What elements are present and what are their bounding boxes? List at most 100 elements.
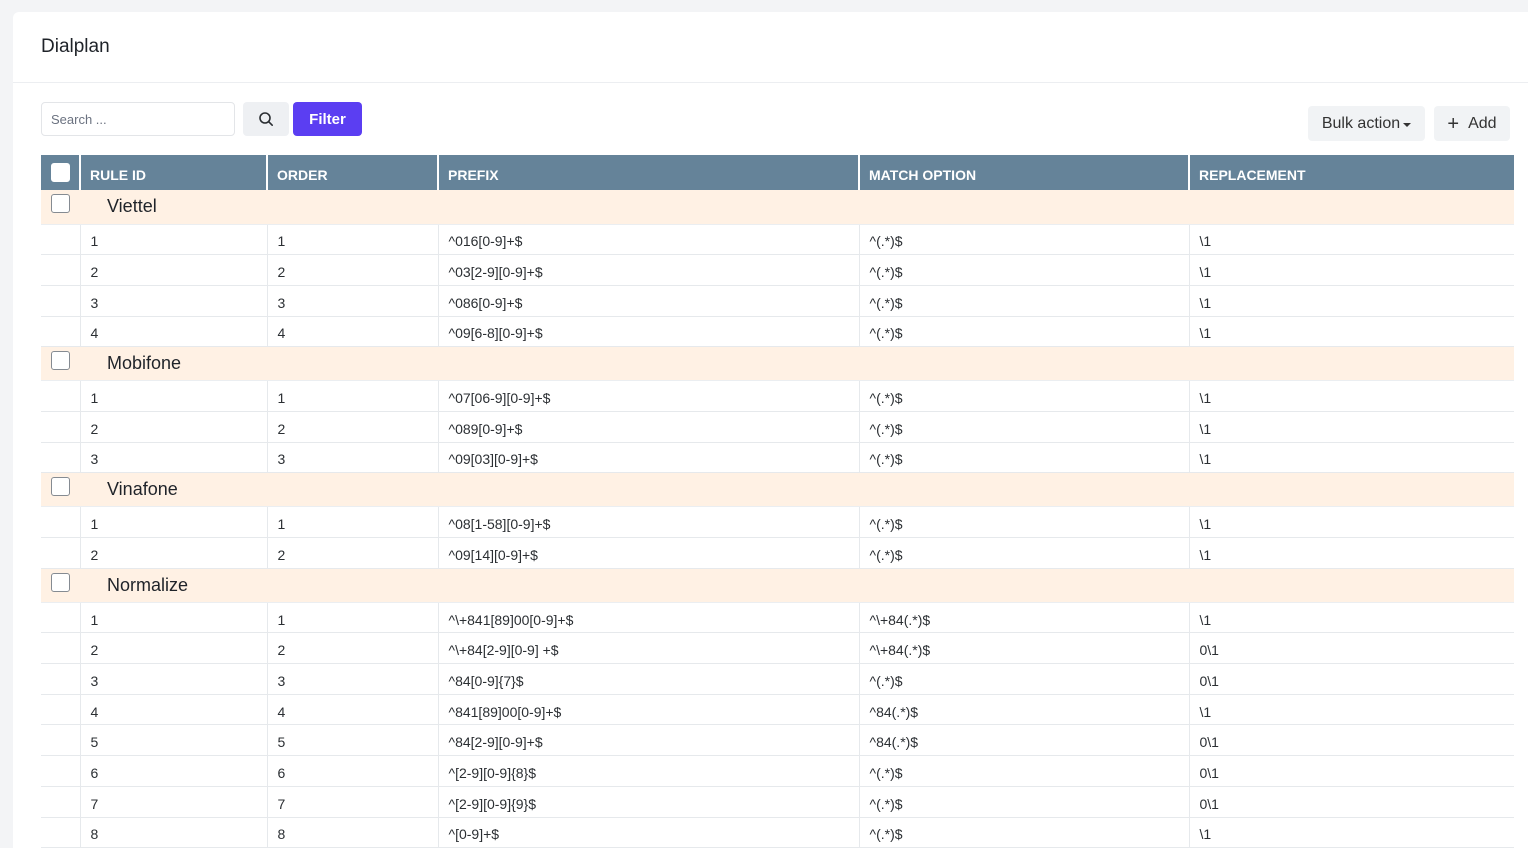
row-spacer-cell	[41, 285, 81, 317]
select-all-checkbox[interactable]	[50, 163, 70, 182]
cell-order: 1	[267, 380, 439, 412]
table-row[interactable]: 3 3 ^086[0-9]+$ ^(.*)$ \1	[41, 285, 1514, 317]
group-checkbox-cell	[41, 190, 80, 225]
table-row[interactable]: 8 8 ^[0-9]+$ ^(.*)$ \1	[41, 817, 1514, 848]
cell-match-option: ^(.*)$	[859, 663, 1190, 695]
cell-match-option: ^(.*)$	[859, 786, 1190, 818]
search-input[interactable]	[41, 102, 235, 136]
table-row[interactable]: 4 4 ^841[89]00[0-9]+$ ^84(.*)$ \1	[41, 694, 1514, 726]
cell-replacement: 0\1	[1189, 663, 1514, 695]
row-spacer-cell	[41, 380, 81, 412]
group-checkbox-cell	[41, 472, 80, 508]
cell-match-option: ^(.*)$	[859, 537, 1190, 569]
cell-match-option: ^(.*)$	[859, 755, 1190, 787]
table-row[interactable]: 5 5 ^84[2-9][0-9]+$ ^84(.*)$ 0\1	[41, 724, 1514, 757]
cell-replacement: \1	[1189, 254, 1514, 286]
cell-prefix: ^016[0-9]+$	[438, 224, 860, 256]
column-header-match-option[interactable]: MATCH OPTION	[859, 155, 1190, 190]
table-body: Viettel 1 1 ^016[0-9]+$ ^(.*)$ \1 2 2 ^03[2-9][0…	[41, 190, 1514, 848]
cell-rule-id: 2	[80, 632, 268, 665]
cell-order: 1	[267, 224, 439, 256]
filter-button[interactable]: Filter	[293, 102, 362, 136]
cell-rule-id: 4	[80, 316, 268, 348]
cell-prefix: ^03[2-9][0-9]+$	[438, 254, 860, 286]
cell-rule-id: 2	[80, 254, 268, 286]
group-checkbox[interactable]	[51, 351, 70, 371]
row-spacer-cell	[41, 442, 81, 474]
cell-order: 1	[267, 506, 439, 538]
cell-rule-id: 1	[80, 224, 268, 256]
table-row[interactable]: 3 3 ^84[0-9]{7}$ ^(.*)$ 0\1	[41, 663, 1514, 695]
table-row[interactable]: 1 1 ^\+841[89]00[0-9]+$ ^\+84(.*)$ \1	[41, 602, 1514, 634]
table-row[interactable]: 1 1 ^07[06-9][0-9]+$ ^(.*)$ \1	[41, 380, 1514, 412]
cell-match-option: ^(.*)$	[859, 380, 1190, 412]
cell-rule-id: 1	[80, 602, 268, 634]
cell-order: 8	[267, 817, 439, 848]
group-row[interactable]: Viettel	[41, 190, 1514, 225]
cell-replacement: \1	[1189, 224, 1514, 256]
table-row[interactable]: 2 2 ^\+84[2-9][0-9] +$ ^\+84(.*)$ 0\1	[41, 632, 1514, 665]
dialplan-card: Dialplan Filter Bulk action + Add	[13, 12, 1528, 848]
bulk-action-label: Bulk action	[1321, 114, 1401, 132]
toolbar: Filter Bulk action + Add	[13, 84, 1528, 166]
cell-prefix: ^[2-9][0-9]{8}$	[438, 755, 860, 787]
group-row[interactable]: Normalize	[41, 568, 1514, 603]
cell-replacement: \1	[1189, 602, 1514, 634]
cell-match-option: ^\+84(.*)$	[859, 632, 1190, 665]
column-header-rule-id[interactable]: RULE ID	[80, 155, 268, 190]
table-row[interactable]: 2 2 ^03[2-9][0-9]+$ ^(.*)$ \1	[41, 254, 1514, 286]
row-spacer-cell	[41, 316, 81, 348]
table-row[interactable]: 7 7 ^[2-9][0-9]{9}$ ^(.*)$ 0\1	[41, 786, 1514, 818]
cell-order: 6	[267, 755, 439, 787]
cell-match-option: ^(.*)$	[859, 506, 1190, 538]
row-spacer-cell	[41, 663, 81, 695]
table-row[interactable]: 2 2 ^09[14][0-9]+$ ^(.*)$ \1	[41, 537, 1514, 569]
cell-replacement: \1	[1189, 537, 1514, 569]
add-button[interactable]: + Add	[1434, 106, 1510, 141]
group-checkbox[interactable]	[51, 194, 70, 213]
group-checkbox[interactable]	[51, 477, 70, 497]
group-row[interactable]: Mobifone	[41, 346, 1514, 382]
table-row[interactable]: 2 2 ^089[0-9]+$ ^(.*)$ \1	[41, 411, 1514, 443]
row-spacer-cell	[41, 602, 81, 634]
column-header-order[interactable]: ORDER	[267, 155, 439, 190]
table-row[interactable]: 1 1 ^08[1-58][0-9]+$ ^(.*)$ \1	[41, 506, 1514, 538]
table-row[interactable]: 6 6 ^[2-9][0-9]{8}$ ^(.*)$ 0\1	[41, 755, 1514, 787]
search-button[interactable]	[243, 102, 289, 136]
cell-rule-id: 3	[80, 442, 268, 474]
cell-rule-id: 7	[80, 786, 268, 818]
cell-order: 5	[267, 724, 439, 757]
bulk-action-dropdown[interactable]: Bulk action	[1308, 106, 1425, 141]
row-spacer-cell	[41, 694, 81, 726]
dialplan-table: RULE ID ORDER PREFIX MATCH OPTION REPLAC…	[41, 155, 1514, 848]
table-row[interactable]: 3 3 ^09[03][0-9]+$ ^(.*)$ \1	[41, 442, 1514, 474]
cell-rule-id: 3	[80, 285, 268, 317]
cell-rule-id: 8	[80, 817, 268, 848]
card-header: Dialplan	[13, 12, 1528, 83]
cell-rule-id: 2	[80, 537, 268, 569]
table-row[interactable]: 1 1 ^016[0-9]+$ ^(.*)$ \1	[41, 224, 1514, 256]
cell-prefix: ^[2-9][0-9]{9}$	[438, 786, 860, 818]
cell-prefix: ^086[0-9]+$	[438, 285, 860, 317]
cell-prefix: ^[0-9]+$	[438, 817, 860, 848]
cell-match-option: ^(.*)$	[859, 442, 1190, 474]
cell-match-option: ^(.*)$	[859, 285, 1190, 317]
cell-order: 2	[267, 411, 439, 443]
page-title: Dialplan	[41, 36, 110, 57]
cell-match-option: ^(.*)$	[859, 411, 1190, 443]
cell-prefix: ^841[89]00[0-9]+$	[438, 694, 860, 726]
table-header-row: RULE ID ORDER PREFIX MATCH OPTION REPLAC…	[41, 155, 1514, 190]
table-row[interactable]: 4 4 ^09[6-8][0-9]+$ ^(.*)$ \1	[41, 316, 1514, 348]
select-all-cell	[41, 155, 81, 190]
group-checkbox[interactable]	[51, 572, 70, 592]
column-header-replacement[interactable]: REPLACEMENT	[1189, 155, 1514, 190]
cell-rule-id: 1	[80, 506, 268, 538]
cell-match-option: ^\+84(.*)$	[859, 602, 1190, 634]
row-spacer-cell	[41, 411, 81, 443]
cell-match-option: ^(.*)$	[859, 224, 1190, 256]
cell-replacement: \1	[1189, 442, 1514, 474]
cell-prefix: ^09[6-8][0-9]+$	[438, 316, 860, 348]
group-row[interactable]: Vinafone	[41, 472, 1514, 508]
column-header-prefix[interactable]: PREFIX	[438, 155, 860, 190]
cell-prefix: ^09[03][0-9]+$	[438, 442, 860, 474]
